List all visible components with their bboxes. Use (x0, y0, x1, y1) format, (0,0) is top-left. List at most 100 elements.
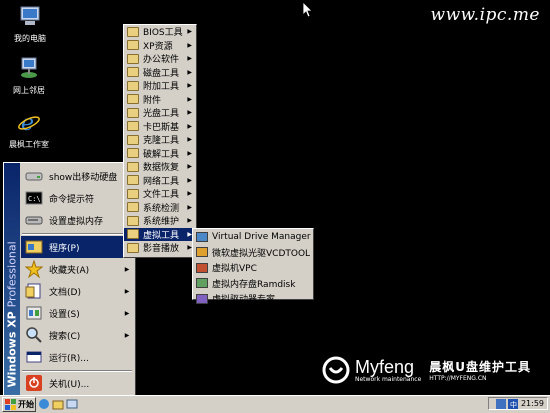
menu-item-label: 虚拟工具 (143, 230, 180, 241)
desktop-icon-my-computer[interactable]: 我的电脑 (0, 4, 60, 44)
submenu-arrow-icon: ▶ (124, 265, 130, 273)
folder-icon (127, 67, 139, 78)
brand-url: HTTP://MYFENG.CN (429, 375, 487, 382)
svg-text:C:\: C:\ (28, 195, 41, 203)
desktop-icon-network[interactable]: 网上邻居 (0, 56, 59, 96)
start-item-favorites[interactable]: 收藏夹(A) ▶ (21, 258, 134, 280)
programs-menu-item[interactable]: 附加工具 ▶ (124, 79, 196, 93)
brand-name: Myfeng (355, 356, 415, 377)
command-prompt-icon: C:\ (25, 191, 43, 205)
desktop-icon-ie[interactable]: e 晨枫工作室 (0, 110, 59, 150)
windows-logo-icon (5, 399, 16, 410)
folder-icon (127, 175, 139, 186)
menu-item-label: 磁盘工具 (143, 68, 180, 79)
folder-icon (127, 94, 139, 105)
documents-icon (25, 283, 41, 299)
menu-item-label: 克隆工具 (143, 136, 180, 147)
submenu-arrow-icon: ▶ (187, 149, 192, 157)
start-item-virtual-memory[interactable]: 设置虚拟内存 (21, 209, 134, 231)
start-item-documents[interactable]: 文档(D) ▶ (21, 280, 134, 302)
virtual-tools-item[interactable]: 虚拟机VPC (193, 260, 313, 276)
submenu-arrow-icon: ▶ (124, 309, 130, 317)
quicklaunch-ie-icon[interactable] (38, 398, 50, 410)
search-icon (26, 327, 42, 343)
desktop-icon-label: 晨枫工作室 (9, 140, 49, 149)
programs-menu-item[interactable]: 网络工具 ▶ (124, 174, 196, 188)
programs-menu-item[interactable]: 影音播放 ▶ (124, 241, 196, 255)
quicklaunch-desktop-icon[interactable] (66, 398, 78, 410)
submenu-arrow-icon: ▶ (187, 176, 192, 184)
start-item-show-drive[interactable]: show出移动硬盘 (21, 165, 134, 187)
start-menu: Windows XP Professional show出移动硬盘 C:\ 命令… (3, 162, 136, 397)
submenu-arrow-icon: ▶ (187, 109, 192, 117)
programs-menu-item[interactable]: 克隆工具 ▶ (124, 133, 196, 147)
menu-item-label: Virtual Drive Manager (212, 231, 311, 242)
submenu-arrow-icon: ▶ (187, 122, 192, 130)
start-item-programs[interactable]: 程序(P) ▶ (21, 236, 134, 258)
programs-menu-item[interactable]: 系统维护 ▶ (124, 214, 196, 228)
network-tray-icon[interactable] (495, 398, 506, 409)
brand-title: 晨枫U盘维护工具 (429, 360, 532, 374)
programs-menu-item[interactable]: 附件 ▶ (124, 93, 196, 107)
start-item-label: 设置虚拟内存 (49, 216, 104, 227)
menu-item-label: 破解工具 (143, 149, 180, 160)
start-item-label: 收藏夹(A) (49, 265, 90, 276)
virtual-tools-item[interactable]: Virtual Drive Manager (193, 229, 313, 245)
virtual-tools-item[interactable]: 虚拟驱动器专家 (193, 291, 313, 307)
shutdown-icon (26, 375, 42, 391)
programs-menu-item[interactable]: 破解工具 ▶ (124, 147, 196, 161)
myfeng-logo-icon (322, 356, 350, 384)
system-tray: 中 21:59 (488, 397, 548, 410)
folder-icon (127, 242, 139, 253)
folder-icon (127, 40, 139, 51)
quicklaunch-folder-icon[interactable] (52, 398, 64, 410)
watermark: www.ipc.me (430, 5, 540, 25)
folder-icon (127, 148, 139, 159)
virtual-drive-icon (196, 231, 208, 242)
start-item-settings[interactable]: 设置(S) ▶ (21, 302, 134, 324)
menu-item-label: 附加工具 (143, 82, 180, 93)
folder-icon (127, 215, 139, 226)
programs-menu-item[interactable]: 办公软件 ▶ (124, 52, 196, 66)
internet-explorer-icon: e (18, 111, 40, 136)
menu-item-label: 光盘工具 (143, 109, 180, 120)
my-computer-icon (20, 6, 40, 25)
menu-item-label: 虚拟机VPC (212, 264, 257, 275)
programs-menu-item[interactable]: 光盘工具 ▶ (124, 106, 196, 120)
folder-icon (127, 26, 139, 37)
submenu-arrow-icon: ▶ (187, 68, 192, 76)
start-item-label: 文档(D) (49, 287, 81, 298)
programs-menu-item[interactable]: 卡巴斯基 ▶ (124, 120, 196, 134)
start-button[interactable]: 开始 (2, 397, 36, 412)
menu-item-label: 附件 (143, 95, 162, 106)
programs-menu-item[interactable]: 磁盘工具 ▶ (124, 66, 196, 80)
programs-menu-item[interactable]: BIOS工具 ▶ (124, 25, 196, 39)
programs-menu-item[interactable]: 系统检测 ▶ (124, 201, 196, 215)
banner-windows-xp: Windows XP (5, 311, 19, 388)
input-method-icon[interactable]: 中 (507, 398, 518, 409)
svg-text:中: 中 (510, 400, 517, 409)
brand-tagline: Network maintenance (355, 375, 422, 383)
menu-item-label: 网络工具 (143, 176, 180, 187)
ramdisk-icon (196, 278, 208, 289)
programs-menu-item[interactable]: 虚拟工具 ▶ (124, 227, 196, 241)
programs-menu: BIOS工具 ▶ XP资源 ▶ 办公软件 ▶ 磁盘工具 ▶ 附加工具 ▶ 附件 ▶ 光盘工具 ▶ 卡巴斯基 ▶… (123, 24, 197, 258)
folder-icon (127, 53, 139, 64)
start-item-shutdown[interactable]: 关机(U)... (21, 372, 134, 394)
menu-item-label: 文件工具 (143, 190, 180, 201)
start-item-label: 命令提示符 (49, 194, 95, 205)
virtual-tools-item[interactable]: 虚拟内存盘Ramdisk (193, 276, 313, 292)
programs-menu-item[interactable]: 文件工具 ▶ (124, 187, 196, 201)
myfeng-logo: Myfeng Network maintenance 晨枫U盘维护工具 HTTP… (322, 356, 531, 384)
start-item-run[interactable]: 运行(R)... (21, 346, 134, 368)
virtual-tools-menu: Virtual Drive Manager 微软虚拟光驱VCDTOOL 虚拟机VPC… (192, 228, 314, 305)
start-item-command-prompt[interactable]: C:\ 命令提示符 (21, 187, 134, 209)
virtual-tools-item[interactable]: 微软虚拟光驱VCDTOOL (193, 245, 313, 261)
cd-icon (196, 247, 208, 258)
folder-icon (127, 121, 139, 132)
taskbar: 开始 中 21:59 (0, 395, 550, 413)
menu-item-label: 办公软件 (143, 55, 180, 66)
start-item-search[interactable]: 搜索(C) ▶ (21, 324, 134, 346)
programs-menu-item[interactable]: 数据恢复 ▶ (124, 160, 196, 174)
programs-menu-item[interactable]: XP资源 ▶ (124, 39, 196, 53)
